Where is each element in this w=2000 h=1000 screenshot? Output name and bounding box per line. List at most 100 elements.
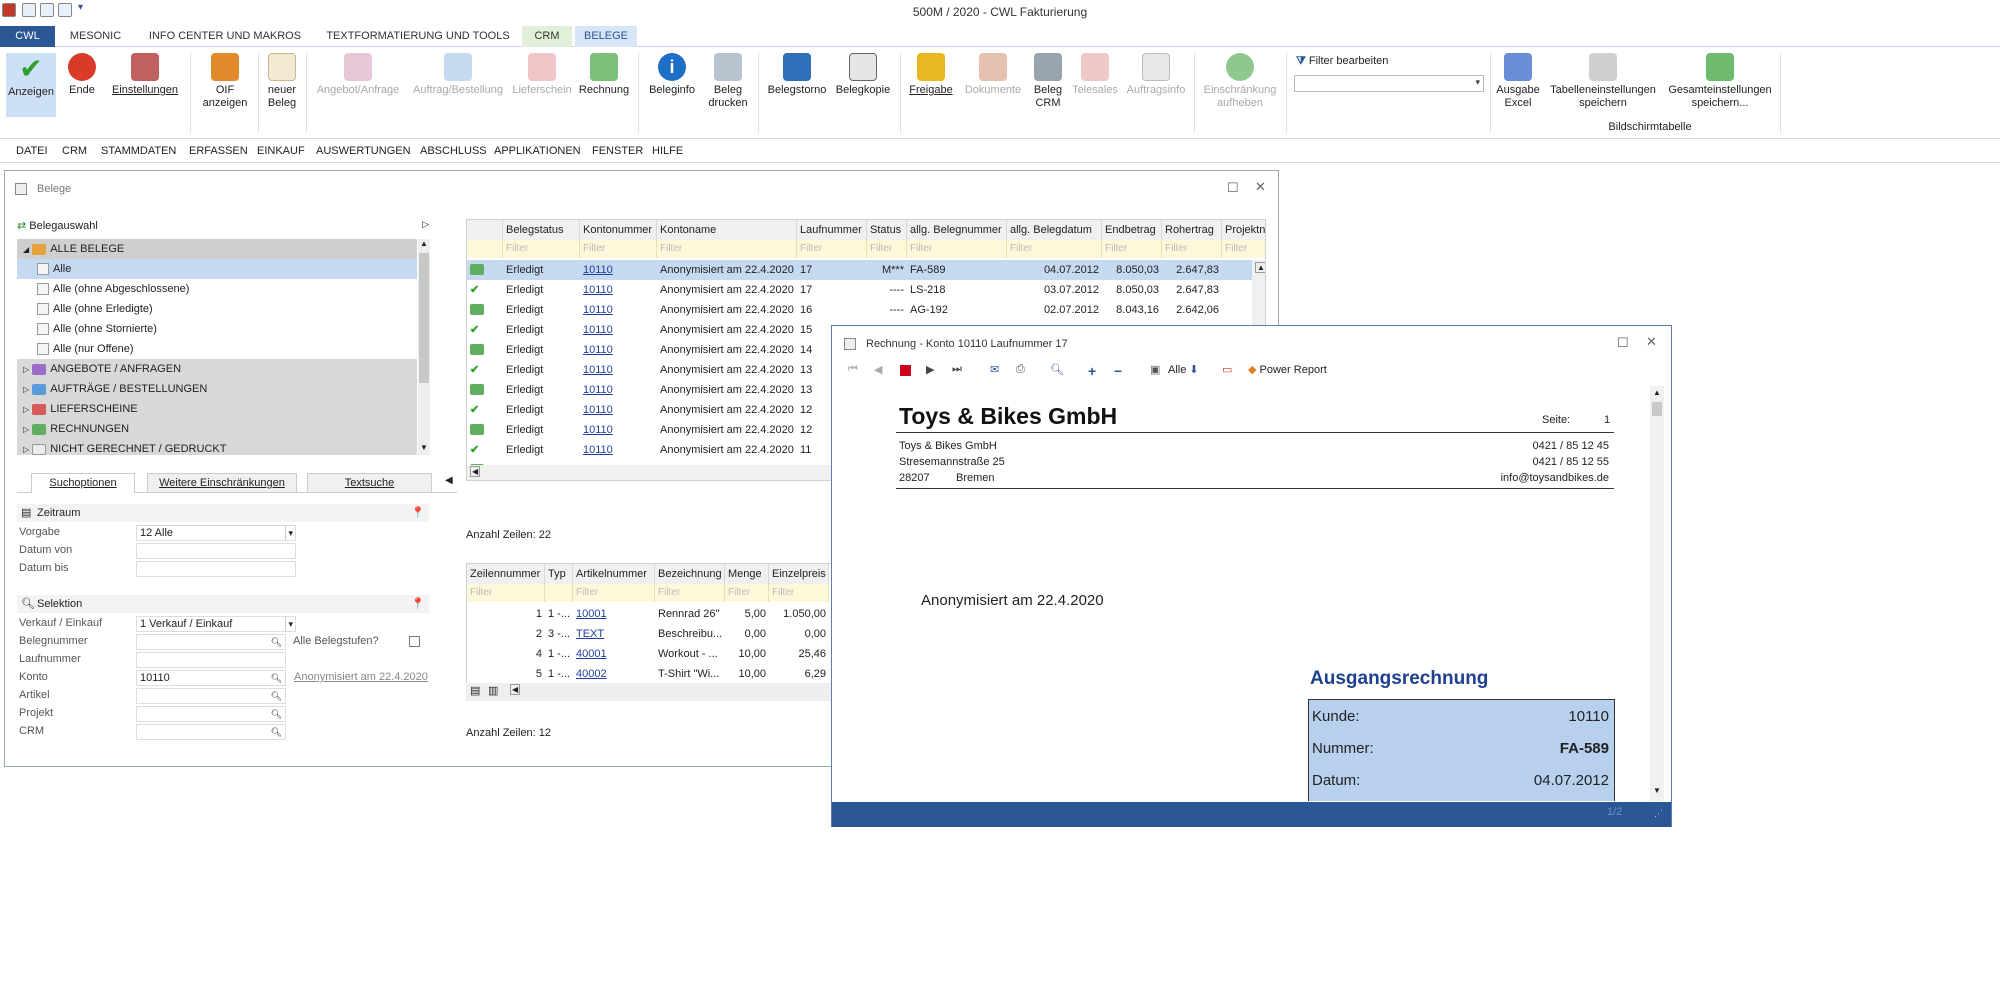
printer-icon[interactable]: ⎙ (1016, 363, 1030, 377)
scroll-up-icon[interactable]: ▲ (1255, 262, 1265, 273)
grid-header-projekt[interactable]: Projektn (1222, 220, 1265, 240)
tabelleneinstellungen-speichern-button[interactable]: Tabelleneinstellungen speichern (1544, 53, 1662, 110)
table-cell-konto[interactable]: 10110 (583, 360, 654, 380)
tab-weitere-einschraenkungen[interactable]: Weitere Einschränkungen (147, 473, 297, 493)
table-row[interactable]: ✔ Erledigt 10110 Anonymisiert am 22.4.2020 1… (467, 280, 1252, 300)
belegstorno-button[interactable]: Belegstorno (764, 53, 830, 97)
tab-textformatierung[interactable]: TEXTFORMATIERUNG UND TOOLS (318, 26, 518, 47)
tree-item-nur-offene[interactable]: Alle (nur Offene) (17, 339, 417, 359)
zoom-in-icon[interactable]: + (1088, 363, 1102, 379)
table-cell-konto[interactable]: 10110 (583, 340, 654, 360)
scroll-thumb[interactable] (1652, 402, 1662, 416)
tree-item-alle[interactable]: Alle (17, 259, 417, 279)
table-cell-konto[interactable]: 10110 (583, 260, 654, 280)
filter-cell[interactable]: Filter (1007, 240, 1102, 258)
konto-name-link[interactable]: Anonymisiert am 22.4.2020 (294, 671, 428, 683)
filter-cell[interactable]: Filter (797, 240, 867, 258)
grid-header-belegnummer[interactable]: allg. Belegnummer (907, 220, 1007, 240)
menu-erfassen[interactable]: ERFASSEN (189, 145, 248, 157)
pos-header-zeilennummer[interactable]: Zeilennummer (467, 564, 545, 584)
menu-datei[interactable]: DATEI (16, 145, 48, 157)
grid-header-belegstatus[interactable]: Belegstatus (503, 220, 580, 240)
search-icon[interactable]: 🔍︎ (271, 707, 282, 721)
previous-page-icon[interactable]: ◀ (874, 363, 888, 377)
belegkopie-button[interactable]: Belegkopie (832, 53, 894, 97)
einstellungen-button[interactable]: Einstellungen (106, 53, 184, 97)
search-icon[interactable]: 🔍︎ (271, 725, 282, 739)
belegnummer-input[interactable]: 🔍︎ (136, 634, 286, 650)
projekt-input[interactable]: 🔍︎ (136, 706, 286, 722)
tree-item-ohne-erledigte[interactable]: Alle (ohne Erledigte) (17, 299, 417, 319)
power-report-button[interactable]: ◆ Power Report (1248, 363, 1327, 376)
maximize-icon[interactable]: ☐ (1227, 180, 1239, 196)
tree-item-rechnungen[interactable]: ▷ RECHNUNGEN (17, 419, 417, 439)
filter-cell[interactable]: Filter (867, 240, 907, 258)
filter-cell[interactable]: Filter (657, 240, 797, 258)
ende-button[interactable]: Ende (62, 53, 102, 97)
pos-header-menge[interactable]: Menge (725, 564, 769, 584)
tab-textsuche[interactable]: Textsuche (307, 473, 432, 493)
neuer-beleg-button[interactable]: neuer Beleg (264, 53, 300, 110)
vorgabe-select[interactable]: 12 Alle ▾ (136, 525, 296, 541)
menu-abschluss[interactable]: ABSCHLUSS (420, 145, 487, 157)
beleg-crm-button[interactable]: Beleg CRM (1030, 53, 1066, 110)
tree-item-ohne-stornierte[interactable]: Alle (ohne Stornierte) (17, 319, 417, 339)
last-page-icon[interactable]: ⏭ (952, 363, 966, 377)
verkauf-einkauf-select[interactable]: 1 Verkauf / Einkauf ▾ (136, 616, 296, 632)
grid-header-rohertrag[interactable]: Rohertrag (1162, 220, 1222, 240)
scroll-left-icon[interactable]: ◀ (510, 684, 521, 695)
scroll-left-icon[interactable]: ◀ (470, 466, 481, 477)
filter-cell[interactable]: Filter (503, 240, 580, 258)
filter-bearbeiten-button[interactable]: ⧩ Filter bearbeiten (1296, 55, 1388, 68)
datum-von-input[interactable] (136, 543, 296, 559)
filter-cell[interactable] (467, 240, 503, 258)
oif-anzeigen-button[interactable]: OIF anzeigen (196, 53, 254, 110)
menu-crm[interactable]: CRM (62, 145, 87, 157)
filter-cell[interactable]: Filter (725, 584, 769, 602)
pos-cell-art[interactable]: 40002 (576, 664, 652, 684)
rechnung-button[interactable]: Rechnung (576, 53, 632, 97)
crm-input[interactable]: 🔍︎ (136, 724, 286, 740)
gesamteinstellungen-speichern-button[interactable]: Gesamteinstellungen speichern... (1664, 53, 1776, 110)
grid-header-kontoname[interactable]: Kontoname (657, 220, 797, 240)
konto-input[interactable]: 10110 🔍︎ (136, 670, 286, 686)
zoom-icon[interactable]: 🔍︎ (1050, 363, 1064, 377)
filter-cell[interactable]: Filter (467, 584, 545, 602)
tab-suchoptionen[interactable]: Suchoptionen (31, 473, 135, 493)
filter-cell[interactable]: Filter (1222, 240, 1265, 258)
grid-header-belegdatum[interactable]: allg. Belegdatum (1007, 220, 1102, 240)
pos-header-typ[interactable]: Typ (545, 564, 573, 584)
menu-hilfe[interactable]: HILFE (652, 145, 683, 157)
filter-cell[interactable]: Filter (580, 240, 657, 258)
table-row[interactable]: Erledigt 10110 Anonymisiert am 22.4.2020 17… (467, 260, 1252, 280)
scroll-down-icon[interactable]: ▼ (420, 443, 428, 452)
menu-applikationen[interactable]: APPLIKATIONEN (494, 145, 581, 157)
tree-item-angebote[interactable]: ▷ ANGEBOTE / ANFRAGEN (17, 359, 417, 379)
filter-cell[interactable]: Filter (573, 584, 655, 602)
pos-cell-art[interactable]: 10001 (576, 604, 652, 624)
pos-header-bezeichnung[interactable]: Bezeichnung (655, 564, 725, 584)
table-cell-konto[interactable]: 10110 (583, 320, 654, 340)
scroll-thumb[interactable] (419, 253, 429, 383)
menu-stammdaten[interactable]: STAMMDATEN (101, 145, 176, 157)
filter-cell[interactable]: Filter (1102, 240, 1162, 258)
laufnummer-input[interactable] (136, 652, 286, 668)
scroll-down-icon[interactable]: ▼ (1653, 786, 1661, 795)
report-scrollbar[interactable]: ▲ ▼ (1650, 386, 1664, 801)
table-row[interactable]: 4 1 -... 40001 Workout - ... 10,00 25,46 (467, 644, 837, 664)
filter-cell[interactable]: Filter (769, 584, 829, 602)
table-cell-konto[interactable]: 10110 (583, 440, 654, 460)
beleg-drucken-button[interactable]: Beleg drucken (704, 53, 752, 110)
dokumente-button[interactable]: Dokumente (960, 53, 1026, 97)
tab-mesonic[interactable]: MESONIC (58, 26, 133, 47)
pos-cell-art[interactable]: TEXT (576, 624, 652, 644)
expand-right-icon[interactable]: ▷ (422, 219, 429, 230)
collapse-left-icon[interactable]: ◀ (445, 475, 453, 486)
pin-icon[interactable]: 📍 (411, 595, 425, 613)
search-icon[interactable]: 🔍︎ (271, 635, 282, 649)
filter-cell[interactable] (545, 584, 573, 602)
lieferschein-button[interactable]: Lieferschein (510, 53, 574, 97)
grid-header-endbetrag[interactable]: Endbetrag (1102, 220, 1162, 240)
grid-header-kontonummer[interactable]: Kontonummer (580, 220, 657, 240)
artikel-input[interactable]: 🔍︎ (136, 688, 286, 704)
